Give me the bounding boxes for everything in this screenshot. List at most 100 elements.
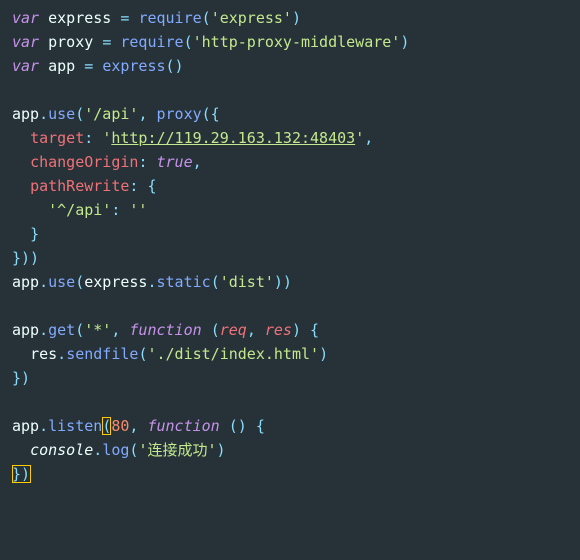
- colon: :: [84, 129, 93, 147]
- comma: ,: [111, 321, 120, 339]
- paren: )): [274, 273, 292, 291]
- code-editor[interactable]: var express = require('express') var pro…: [12, 6, 568, 486]
- brace: {: [147, 177, 156, 195]
- code-line: }): [12, 465, 31, 483]
- url-link[interactable]: http://119.29.163.132:48403: [111, 129, 355, 147]
- code-line: app.use(express.static('dist')): [12, 273, 292, 291]
- code-line: res.sendfile('./dist/index.html'): [12, 345, 328, 363]
- code-line: '^/api': '': [12, 201, 147, 219]
- paren: (: [75, 105, 84, 123]
- identifier: express: [84, 273, 147, 291]
- number-literal: 80: [111, 417, 129, 435]
- dot: .: [93, 441, 102, 459]
- string-literal: './dist/index.html': [147, 345, 319, 363]
- paren: (: [202, 9, 211, 27]
- boolean: true: [157, 153, 193, 171]
- paren: (: [211, 273, 220, 291]
- function-call: proxy: [157, 105, 202, 123]
- parens: (): [166, 57, 184, 75]
- code-line: var express = require('express'): [12, 9, 301, 27]
- dot: .: [39, 321, 48, 339]
- paren: (: [75, 321, 84, 339]
- operator: =: [120, 9, 129, 27]
- property: target: [30, 129, 84, 147]
- string-literal: '/api': [84, 105, 138, 123]
- colon: :: [138, 153, 147, 171]
- paren: ): [400, 33, 409, 51]
- comma: ,: [193, 153, 202, 171]
- parameter: req: [220, 321, 247, 339]
- method-call: get: [48, 321, 75, 339]
- identifier: app: [12, 273, 39, 291]
- string-literal: 'dist': [220, 273, 274, 291]
- property: changeOrigin: [30, 153, 138, 171]
- identifier: express: [48, 9, 111, 27]
- paren: ): [217, 441, 226, 459]
- string-literal: '*': [84, 321, 111, 339]
- colon: :: [111, 201, 120, 219]
- code-line: var app = express(): [12, 57, 184, 75]
- paren: ): [319, 345, 328, 363]
- keyword-var: var: [12, 9, 39, 27]
- code-line: target: 'http://119.29.163.132:48403',: [12, 129, 373, 147]
- function-call: require: [138, 9, 201, 27]
- dot: .: [39, 105, 48, 123]
- identifier: res: [30, 345, 57, 363]
- brace: {: [256, 417, 265, 435]
- parens: (): [229, 417, 247, 435]
- identifier: console: [30, 441, 93, 459]
- paren: (: [184, 33, 193, 51]
- string-quote: ': [102, 129, 111, 147]
- dot: .: [39, 417, 48, 435]
- identifier: app: [12, 105, 39, 123]
- function-call: require: [120, 33, 183, 51]
- comma: ,: [364, 129, 373, 147]
- paren: (: [211, 321, 220, 339]
- code-line: app.get('*', function (req, res) {: [12, 321, 319, 339]
- code-line: })): [12, 249, 39, 267]
- paren: (: [75, 273, 84, 291]
- method-call: use: [48, 273, 75, 291]
- code-line: changeOrigin: true,: [12, 153, 202, 171]
- method-call: use: [48, 105, 75, 123]
- method-call: listen: [48, 417, 102, 435]
- dot: .: [147, 273, 156, 291]
- identifier: proxy: [48, 33, 93, 51]
- code-line: var proxy = require('http-proxy-middlewa…: [12, 33, 409, 51]
- comma: ,: [247, 321, 256, 339]
- operator: =: [84, 57, 93, 75]
- keyword-var: var: [12, 33, 39, 51]
- comma: ,: [138, 105, 147, 123]
- operator: =: [102, 33, 111, 51]
- identifier: app: [48, 57, 75, 75]
- code-line: }: [12, 225, 39, 243]
- method-call: log: [102, 441, 129, 459]
- string-literal: '': [129, 201, 147, 219]
- bracket-match: }): [12, 465, 31, 483]
- bracket-match: (: [102, 417, 111, 435]
- brace: ({: [202, 105, 220, 123]
- code-line: app.use('/api', proxy({: [12, 105, 220, 123]
- identifier: app: [12, 321, 39, 339]
- property: pathRewrite: [30, 177, 129, 195]
- string-key: '^/api': [48, 201, 111, 219]
- string-literal: 'express': [211, 9, 292, 27]
- code-line: console.log('连接成功'): [12, 441, 226, 459]
- parameter: res: [265, 321, 292, 339]
- code-line: pathRewrite: {: [12, 177, 157, 195]
- function-call: express: [102, 57, 165, 75]
- keyword-function: function: [147, 417, 219, 435]
- comma: ,: [129, 417, 138, 435]
- paren: ): [292, 321, 301, 339]
- method-call: sendfile: [66, 345, 138, 363]
- brace: {: [310, 321, 319, 339]
- keyword-var: var: [12, 57, 39, 75]
- string-literal: 'http-proxy-middleware': [193, 33, 401, 51]
- brace: }: [30, 225, 39, 243]
- identifier: app: [12, 417, 39, 435]
- dot: .: [39, 273, 48, 291]
- brace: }): [12, 369, 30, 387]
- paren: ): [292, 9, 301, 27]
- brace: })): [12, 249, 39, 267]
- code-line: }): [12, 369, 30, 387]
